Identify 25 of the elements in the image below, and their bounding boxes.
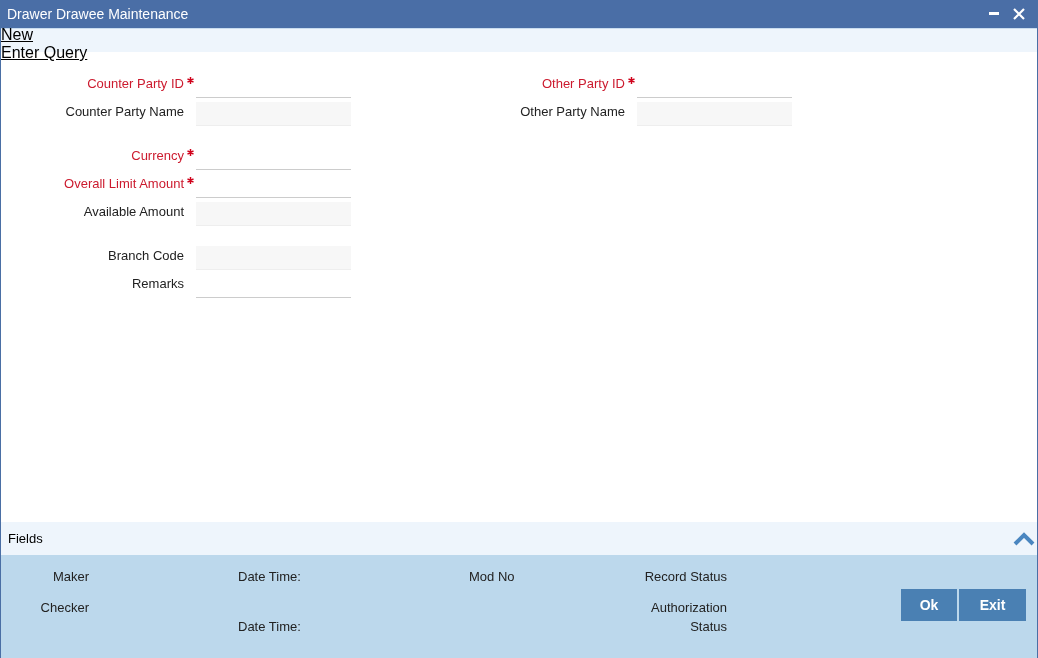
record-status-label: Record Status [644,568,727,586]
action-link[interactable]: Enter Query [1,44,88,62]
fields-label[interactable]: Fields [8,528,43,549]
minimize-icon[interactable] [989,12,999,16]
field-label: Counter Party Name [65,103,184,121]
field-label: Overall Limit Amount [64,175,184,193]
date-time-label: Date Time: [238,617,302,636]
authorization-status-label: Authorization Status [650,598,727,636]
date-time-label: Date Time: [238,568,302,586]
mod-no-label: Mod No [469,569,515,584]
close-icon[interactable] [1013,8,1025,20]
field-label: Currency [131,147,184,165]
field-label: Other Party Name [520,103,625,121]
field-label: Available Amount [83,203,184,221]
checker-label: Checker [40,598,89,617]
chevron-up-icon[interactable] [1013,531,1035,546]
action-link[interactable]: New [1,26,33,44]
dialog-button[interactable]: Ok [901,589,957,621]
field-label: Branch Code [108,247,184,265]
dialog-button[interactable]: Exit [959,589,1026,621]
maker-label: Maker [52,568,89,586]
field-label: Other Party ID [541,75,625,93]
field-label: Counter Party ID [87,75,184,93]
window-title: Drawer Drawee Maintenance [7,4,189,24]
field-label: Remarks [132,275,184,293]
